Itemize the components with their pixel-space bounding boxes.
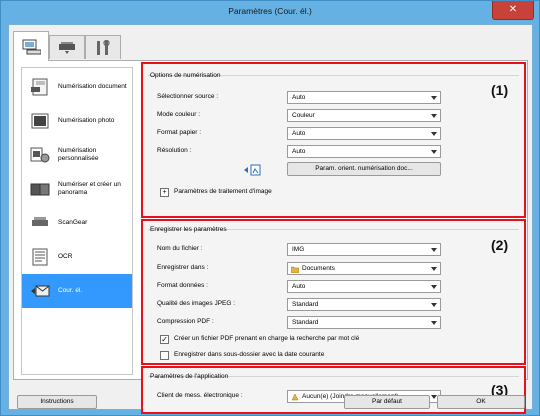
field-label: Résolution :: [157, 147, 192, 154]
field-label: Compression PDF :: [157, 318, 214, 325]
nav-item-document-scan[interactable]: Numérisation document: [22, 70, 132, 104]
dropdown-value: Documents: [302, 265, 335, 272]
nav-item-panorama[interactable]: Numériser et créer un panorama: [22, 172, 132, 206]
email-icon: [31, 285, 50, 297]
pdf-compression-dropdown[interactable]: Standard: [287, 316, 441, 329]
tools-icon: [97, 39, 110, 55]
dropdown-value: Auto: [292, 94, 306, 101]
dropdown-value: Standard: [292, 319, 319, 326]
chevron-down-icon: [431, 267, 437, 271]
select-source-dropdown[interactable]: Auto: [287, 91, 441, 104]
nav-item-email[interactable]: Cour. él.: [22, 274, 132, 308]
tab-general-settings[interactable]: [85, 35, 121, 59]
tab-content: Numérisation document Numérisation photo: [13, 60, 528, 414]
tab-scan-from-operation-panel[interactable]: [49, 35, 85, 59]
dialog-client-area: Numérisation document Numérisation photo: [8, 24, 533, 414]
field-label: Format données :: [157, 282, 208, 289]
defaults-button[interactable]: Par défaut: [344, 395, 430, 409]
image-processing-label: Paramètres de traitement d'image: [174, 188, 272, 195]
chevron-down-icon: [431, 114, 437, 118]
orientation-icon: [244, 164, 261, 176]
photo-icon: [31, 113, 49, 129]
dropdown-value: Auto: [292, 283, 306, 290]
scan-type-list: Numérisation document Numérisation photo: [21, 67, 133, 375]
keyword-search-pdf-label: Créer un fichier PDF prenant en charge l…: [174, 335, 360, 342]
save-settings-panel: Enregistrer les paramètres (2) Nom du fi…: [141, 219, 526, 365]
date-subfolder-label: Enregistrer dans sous-dossier avec la da…: [174, 351, 325, 358]
email-client-label: Client de mess. électronique :: [157, 392, 243, 399]
chevron-down-icon: [431, 303, 437, 307]
dropdown-value: Auto: [292, 148, 306, 155]
window-title: Paramètres (Cour. él.): [228, 6, 312, 16]
keyword-search-pdf-checkbox[interactable]: ✓: [160, 335, 169, 344]
save-location-dropdown[interactable]: Documents: [287, 262, 441, 275]
jpeg-quality-dropdown[interactable]: Standard: [287, 298, 441, 311]
nav-item-scangear[interactable]: ScanGear: [22, 206, 132, 240]
scanner-icon: [59, 41, 75, 54]
scan-options-panel: Options de numérisation (1) Sélectionner…: [141, 62, 526, 218]
folder-icon: [291, 266, 299, 273]
close-button[interactable]: ✕: [492, 1, 534, 20]
field-label: Enregistrer dans :: [157, 264, 209, 271]
computer-scan-icon: [22, 39, 41, 54]
expand-image-processing-button[interactable]: +: [160, 188, 169, 197]
section-number-1: (1): [491, 82, 509, 98]
email-client-icon: [291, 393, 299, 401]
combo-value: IMG: [292, 246, 305, 253]
field-label: Qualité des images JPEG :: [157, 300, 236, 307]
nav-item-ocr[interactable]: OCR: [22, 240, 132, 274]
application-settings-title: Paramètres de l'application: [150, 373, 229, 380]
chevron-down-icon: [431, 285, 437, 289]
section-number-2: (2): [491, 237, 509, 253]
field-label: Format papier :: [157, 129, 202, 136]
paper-size-dropdown[interactable]: Auto: [287, 127, 441, 140]
settings-window: Paramètres (Cour. él.) ✕ Numérisation do…: [0, 0, 540, 416]
tab-scan-from-computer[interactable]: [13, 31, 49, 61]
nav-item-label: Numérisation personnalisée: [58, 147, 99, 162]
color-mode-dropdown[interactable]: Couleur: [287, 109, 441, 122]
scangear-icon: [32, 217, 48, 226]
panorama-icon: [30, 183, 50, 196]
field-label: Mode couleur :: [157, 111, 200, 118]
dropdown-value: Standard: [292, 301, 319, 308]
chevron-down-icon: [431, 150, 437, 154]
dropdown-value: Auto: [292, 130, 306, 137]
file-name-combo[interactable]: IMG: [287, 243, 441, 256]
orientation-settings-button[interactable]: Param. orient. numérisation doc...: [287, 162, 441, 176]
field-label: Nom du fichier :: [157, 245, 203, 252]
save-settings-title: Enregistrer les paramètres: [150, 226, 227, 233]
dropdown-value: Couleur: [292, 112, 315, 119]
nav-item-label: Cour. él.: [58, 287, 83, 294]
custom-scan-icon: [30, 147, 50, 163]
ocr-icon: [32, 248, 48, 266]
chevron-down-icon: [431, 132, 437, 136]
nav-item-label: Numérisation document: [58, 83, 127, 90]
chevron-down-icon: [431, 321, 437, 325]
data-format-dropdown[interactable]: Auto: [287, 280, 441, 293]
nav-item-label: OCR: [58, 253, 73, 260]
resolution-dropdown[interactable]: Auto: [287, 145, 441, 158]
nav-item-custom-scan[interactable]: Numérisation personnalisée: [22, 138, 132, 172]
ok-button[interactable]: OK: [437, 395, 525, 409]
nav-item-label: Numériser et créer un panorama: [58, 181, 121, 196]
scan-options-title: Options de numérisation: [150, 72, 221, 79]
nav-item-label: Numérisation photo: [58, 117, 115, 124]
chevron-down-icon: [431, 248, 437, 252]
date-subfolder-checkbox[interactable]: [160, 351, 169, 360]
field-label: Sélectionner source :: [157, 93, 219, 100]
chevron-down-icon: [431, 96, 437, 100]
nav-item-photo-scan[interactable]: Numérisation photo: [22, 104, 132, 138]
document-icon: [31, 78, 48, 96]
nav-item-label: ScanGear: [58, 219, 88, 226]
instructions-button[interactable]: Instructions: [17, 395, 97, 409]
